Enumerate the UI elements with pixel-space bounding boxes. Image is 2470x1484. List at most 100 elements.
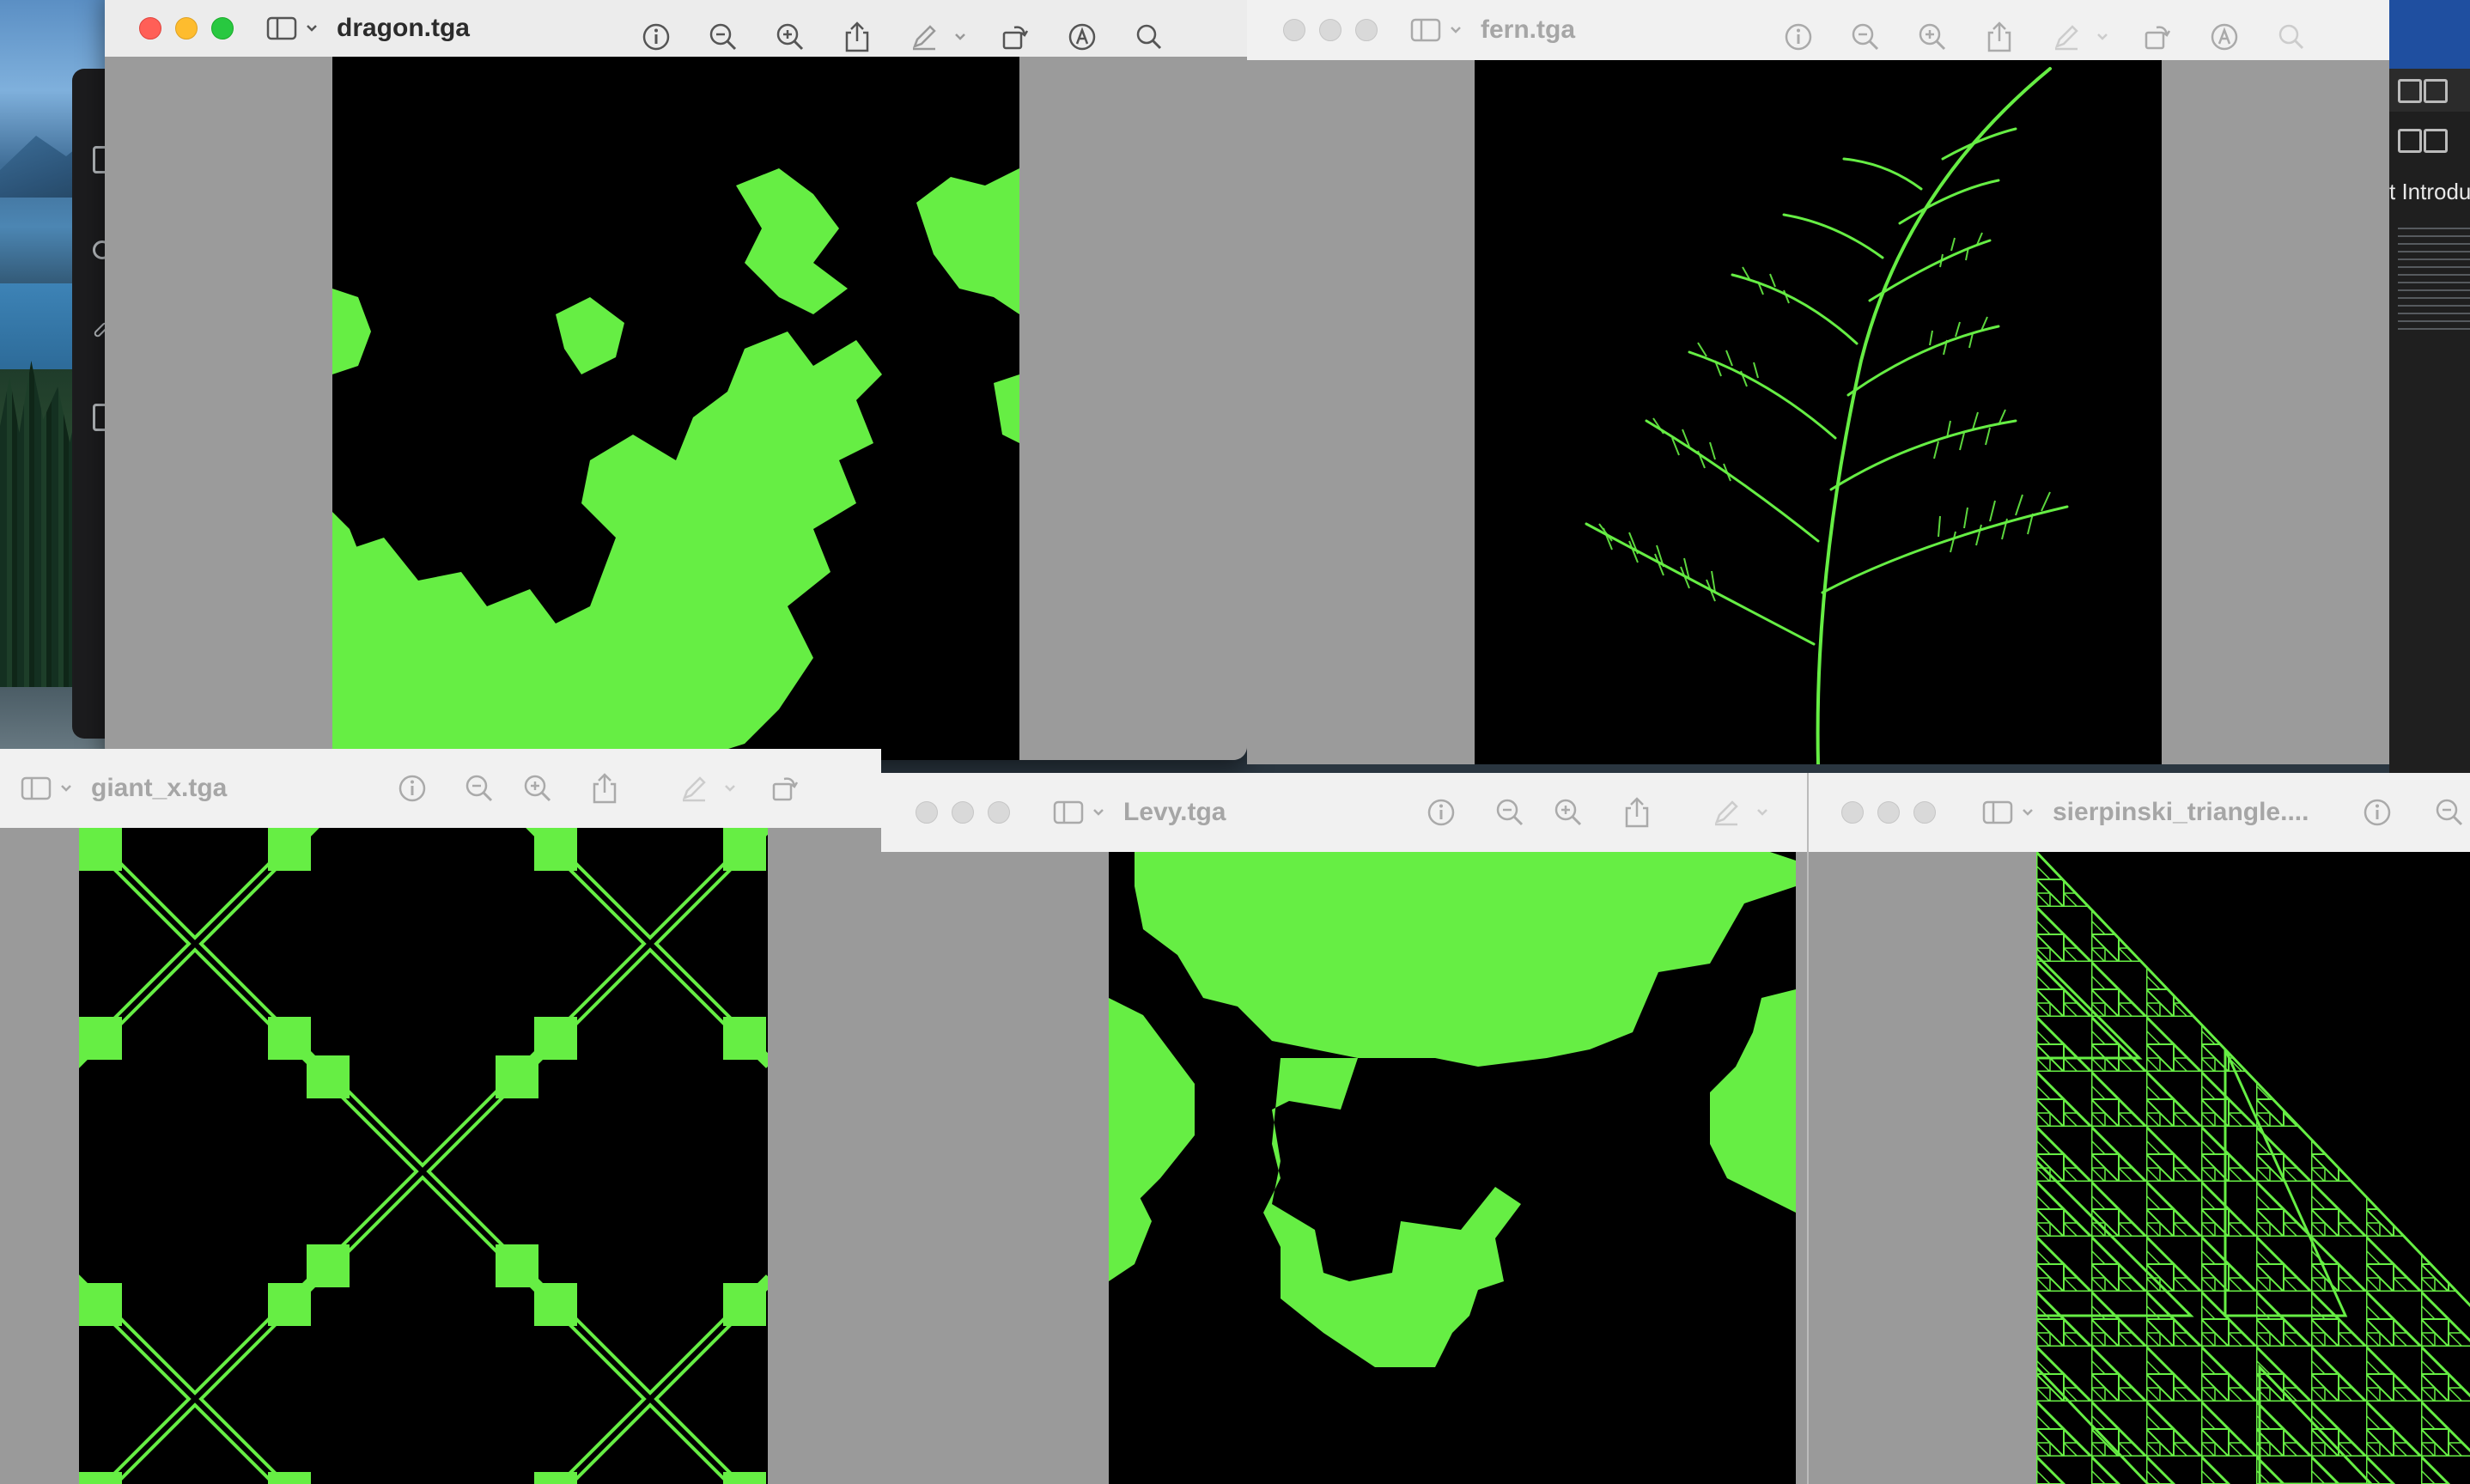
giant-x-image-canvas — [70, 819, 775, 1484]
zoom-in-button[interactable] — [1913, 18, 1951, 56]
zoom-out-button[interactable] — [704, 18, 742, 56]
minimize-button[interactable] — [1319, 19, 1341, 41]
rotate-icon — [2145, 26, 2171, 50]
zoom-in-icon — [1919, 23, 1946, 51]
markup-button[interactable] — [2047, 18, 2085, 56]
zoom-out-button[interactable] — [460, 769, 498, 807]
sidebar-toggle-button[interactable] — [1982, 800, 2034, 825]
chevron-down-icon — [61, 785, 71, 792]
annotate-icon — [1068, 23, 1096, 51]
sidebar-toggle-button[interactable] — [266, 15, 318, 41]
markup-button[interactable] — [675, 769, 713, 807]
fern-fractal-image — [1585, 67, 2069, 764]
chevron-down-icon — [725, 785, 735, 792]
chevron-down-icon — [2023, 809, 2033, 816]
share-icon — [1625, 797, 1649, 828]
search-icon — [1136, 24, 1162, 50]
markup-menu-button[interactable] — [2092, 18, 2113, 56]
window-title: giant_x.tga — [91, 774, 228, 802]
fullscreen-button[interactable] — [1913, 801, 1936, 824]
markup-menu-button[interactable] — [1752, 794, 1773, 831]
markup-icon — [2054, 25, 2078, 51]
rotate-button[interactable] — [766, 769, 804, 807]
zoom-in-icon — [524, 775, 551, 802]
search-icon — [2278, 24, 2304, 50]
fullscreen-button[interactable] — [1355, 19, 1378, 41]
sierpinski-image-canvas — [2035, 850, 2470, 1484]
sidebar-toggle-button[interactable] — [1410, 17, 1462, 43]
dragon-image-canvas — [332, 57, 1019, 760]
zoom-out-button[interactable] — [2430, 794, 2468, 831]
sidebar-toggle-button[interactable] — [21, 775, 72, 801]
split-icon[interactable] — [2424, 129, 2448, 153]
fullscreen-button[interactable] — [988, 801, 1010, 824]
rotate-icon — [772, 777, 799, 801]
close-button[interactable] — [916, 801, 938, 824]
markup-button[interactable] — [1707, 794, 1745, 831]
window-fern[interactable]: fern.tga — [1247, 0, 2389, 764]
minimize-button[interactable] — [1877, 801, 1900, 824]
close-button[interactable] — [1283, 19, 1305, 41]
rotate-icon — [1002, 26, 1029, 50]
zoom-in-button[interactable] — [771, 18, 809, 56]
rotate-button[interactable] — [2138, 18, 2176, 56]
fullscreen-button[interactable] — [211, 17, 234, 40]
zoom-out-button[interactable] — [1491, 794, 1529, 831]
sidebar-toggle-button[interactable] — [1053, 800, 1104, 825]
window-title: fern.tga — [1481, 15, 1576, 44]
window-dragon[interactable]: dragon.tga — [105, 0, 1247, 760]
chevron-down-icon — [1757, 809, 1767, 816]
markup-menu-button[interactable] — [720, 769, 740, 807]
minimize-button[interactable] — [175, 17, 198, 40]
close-button[interactable] — [139, 17, 161, 40]
editor-heading: t Introdu — [2389, 179, 2470, 204]
info-button[interactable] — [2358, 794, 2396, 831]
chevron-down-icon — [1093, 809, 1104, 816]
markup-menu-button[interactable] — [950, 18, 970, 56]
info-button[interactable] — [1422, 794, 1460, 831]
panel-icon[interactable] — [2424, 79, 2448, 103]
search-button[interactable] — [1130, 18, 1168, 56]
search-button[interactable] — [2272, 18, 2310, 56]
sidebar-icon — [21, 776, 52, 800]
info-icon — [2364, 799, 2391, 826]
markup-button[interactable] — [905, 18, 943, 56]
close-button[interactable] — [1841, 801, 1864, 824]
markup-icon — [682, 776, 706, 802]
sidebar-icon — [1053, 800, 1084, 824]
window-title: Levy.tga — [1123, 798, 1226, 826]
window-sierpinski[interactable]: sierpinski_triangle.... — [1807, 773, 2470, 1484]
info-icon — [1785, 23, 1812, 51]
annotate-icon — [2211, 23, 2238, 51]
zoom-in-icon — [1554, 799, 1582, 826]
window-giant-x[interactable]: giant_x.tga — [0, 749, 881, 1484]
zoom-out-icon — [709, 23, 737, 51]
zoom-in-button[interactable] — [1549, 794, 1587, 831]
window-levy[interactable]: Levy.tga — [881, 773, 1807, 1484]
share-icon — [1987, 21, 2011, 52]
info-button[interactable] — [1779, 18, 1817, 56]
window-title: dragon.tga — [337, 14, 470, 42]
zoom-out-icon — [465, 775, 493, 802]
markup-icon — [912, 25, 936, 51]
share-button[interactable] — [838, 18, 876, 56]
zoom-out-button[interactable] — [1846, 18, 1884, 56]
info-button[interactable] — [393, 769, 431, 807]
info-button[interactable] — [637, 18, 675, 56]
sidebar-icon — [1982, 800, 2013, 824]
inspector-icon[interactable] — [2398, 129, 2422, 153]
chevron-down-icon — [1451, 27, 1461, 33]
share-button[interactable] — [1980, 18, 2018, 56]
rotate-button[interactable] — [996, 18, 1034, 56]
share-button[interactable] — [586, 769, 624, 807]
annotate-button[interactable] — [1063, 18, 1101, 56]
chevron-down-icon — [2097, 33, 2108, 40]
sidebar-icon — [1410, 18, 1441, 42]
share-icon — [845, 21, 869, 52]
annotate-button[interactable] — [2205, 18, 2243, 56]
layout-icon[interactable] — [2398, 79, 2422, 103]
minimize-button[interactable] — [952, 801, 974, 824]
levy-fractal-image — [1109, 852, 1796, 1367]
zoom-in-button[interactable] — [519, 769, 557, 807]
share-button[interactable] — [1618, 794, 1656, 831]
